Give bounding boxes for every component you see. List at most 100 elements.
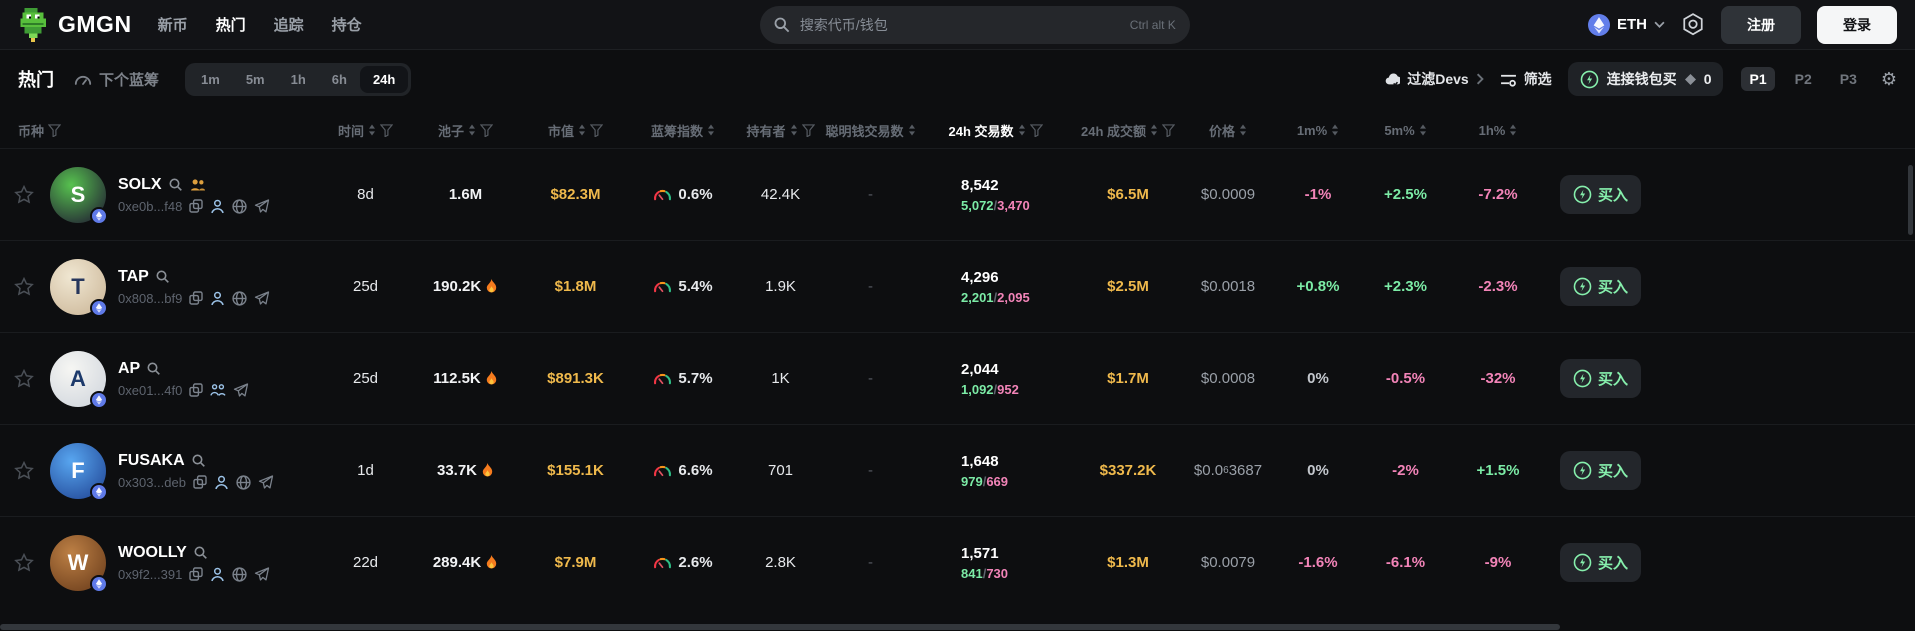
brand[interactable]: GMGN	[18, 7, 132, 42]
price-cell: $0.0018	[1200, 278, 1256, 295]
nav-item-2[interactable]: 追踪	[274, 14, 304, 35]
chain-label: ETH	[1617, 16, 1647, 33]
telegram-icon[interactable]	[233, 383, 249, 397]
token-symbol[interactable]: AP	[118, 360, 140, 378]
pool-cell: 33.7K	[413, 462, 518, 479]
search-input[interactable]	[799, 16, 1120, 33]
token-address[interactable]: 0x303...deb	[118, 475, 186, 490]
token-info: TAP 0x808...bf9	[118, 268, 270, 306]
buy-button[interactable]: 买入	[1559, 543, 1641, 582]
column-header-pool[interactable]: 池子	[413, 121, 518, 140]
token-symbol[interactable]: TAP	[118, 268, 149, 286]
telegram-icon[interactable]	[254, 199, 270, 213]
copy-icon[interactable]	[189, 383, 204, 397]
column-header-m1[interactable]: 1m%	[1278, 123, 1358, 138]
timeframe-1h[interactable]: 1h	[278, 66, 319, 93]
next-bluechip-tab[interactable]: 下个蓝筹	[74, 69, 159, 90]
buy-button[interactable]: 买入	[1559, 175, 1641, 214]
token-address[interactable]: 0xe0b...f48	[118, 199, 182, 214]
token-search-icon[interactable]	[156, 270, 170, 284]
copy-icon[interactable]	[189, 291, 204, 305]
buy-button[interactable]: 买入	[1559, 267, 1641, 306]
telegram-icon[interactable]	[254, 291, 270, 305]
person-icon[interactable]	[210, 567, 225, 582]
horizontal-scrollbar[interactable]	[0, 624, 1560, 630]
column-header-holders[interactable]: 持有者	[733, 121, 828, 140]
token-info: AP 0xe01...4f0	[118, 360, 249, 398]
person-icon[interactable]	[210, 199, 225, 214]
nav-item-1[interactable]: 热门	[216, 14, 246, 35]
token-search-icon[interactable]	[169, 178, 183, 192]
token-search-icon[interactable]	[147, 362, 161, 376]
column-header-symbol[interactable]: 币种	[0, 121, 318, 140]
globe-icon[interactable]	[232, 566, 247, 582]
timeframe-6h[interactable]: 6h	[319, 66, 360, 93]
globe-icon[interactable]	[236, 474, 251, 490]
token-search-icon[interactable]	[192, 454, 206, 468]
copy-icon[interactable]	[189, 567, 204, 581]
connect-wallet-buy[interactable]: 连接钱包买 0	[1567, 62, 1724, 96]
column-header-txs[interactable]: 24h 交易数	[913, 121, 1078, 140]
nav-item-3[interactable]: 持仓	[332, 14, 362, 35]
brand-name: GMGN	[58, 11, 132, 37]
column-header-mcap[interactable]: 市值	[518, 121, 633, 140]
favorite-star-icon[interactable]	[0, 277, 48, 296]
timeframe-1m[interactable]: 1m	[188, 66, 233, 93]
telegram-icon[interactable]	[258, 475, 274, 489]
column-header-price[interactable]: 价格	[1178, 121, 1278, 140]
token-symbol[interactable]: FUSAKA	[118, 452, 185, 470]
token-search-icon[interactable]	[194, 546, 208, 560]
timeframe-5m[interactable]: 5m	[233, 66, 278, 93]
person-icon[interactable]	[214, 475, 229, 490]
column-header-m5[interactable]: 5m%	[1358, 123, 1453, 138]
chain-selector[interactable]: ETH	[1588, 13, 1665, 36]
toolbar-right: 过滤Devs 筛选 连接钱包买 0 P1 P2 P3 ⚙	[1384, 62, 1897, 96]
pool-cell: 1.6M	[448, 186, 483, 203]
community-icon[interactable]	[210, 383, 226, 397]
token-address[interactable]: 0x808...bf9	[118, 291, 182, 306]
token-symbol[interactable]: SOLX	[118, 176, 162, 194]
favorite-star-icon[interactable]	[0, 553, 48, 572]
buy-lightning-icon	[1573, 369, 1592, 388]
column-header-volume[interactable]: 24h 成交额	[1078, 121, 1178, 140]
column-header-age[interactable]: 时间	[318, 121, 413, 140]
column-header-bluechip[interactable]: 蓝筹指数	[633, 121, 733, 140]
holders-cell: 1.9K	[765, 278, 796, 295]
holders-people-icon[interactable]	[190, 178, 205, 192]
filter-devs-button[interactable]: 过滤Devs	[1384, 69, 1484, 89]
gauge-icon	[653, 464, 672, 477]
volume-cell: $337.2K	[1099, 462, 1157, 479]
settings-hexagon-icon[interactable]	[1681, 13, 1705, 36]
timeframe-24h[interactable]: 24h	[359, 65, 409, 93]
column-header-smart[interactable]: 聪明钱交易数	[826, 121, 915, 140]
buy-button[interactable]: 买入	[1559, 359, 1641, 398]
change-5m-cell: -0.5%	[1385, 370, 1426, 387]
eth-chain-icon	[1588, 13, 1610, 36]
register-button[interactable]: 注册	[1721, 5, 1801, 44]
copy-icon[interactable]	[189, 199, 204, 213]
vertical-scrollbar[interactable]	[1908, 165, 1913, 235]
favorite-star-icon[interactable]	[0, 185, 48, 204]
nav-item-0[interactable]: 新币	[158, 14, 188, 35]
favorite-star-icon[interactable]	[0, 461, 48, 480]
filter-devs-label: 过滤Devs	[1407, 71, 1469, 87]
person-icon[interactable]	[210, 291, 225, 306]
filter-button[interactable]: 筛选	[1500, 69, 1552, 89]
token-symbol[interactable]: WOOLLY	[118, 544, 187, 562]
globe-icon[interactable]	[232, 290, 247, 306]
favorite-star-icon[interactable]	[0, 369, 48, 388]
telegram-icon[interactable]	[254, 567, 270, 581]
buy-button[interactable]: 买入	[1559, 451, 1641, 490]
gear-icon[interactable]: ⚙	[1881, 69, 1897, 90]
preset-P3[interactable]: P3	[1832, 67, 1865, 91]
token-address[interactable]: 0xe01...4f0	[118, 383, 182, 398]
preset-P1[interactable]: P1	[1741, 67, 1775, 91]
preset-P2[interactable]: P2	[1787, 67, 1820, 91]
login-button[interactable]: 登录	[1817, 5, 1897, 44]
column-header-h1[interactable]: 1h%	[1453, 123, 1543, 138]
copy-icon[interactable]	[193, 475, 207, 489]
token-address[interactable]: 0x9f2...391	[118, 567, 182, 582]
age-cell: 8d	[357, 186, 374, 203]
globe-icon[interactable]	[232, 198, 247, 214]
search-bar[interactable]: Ctrl alt K	[759, 5, 1190, 44]
